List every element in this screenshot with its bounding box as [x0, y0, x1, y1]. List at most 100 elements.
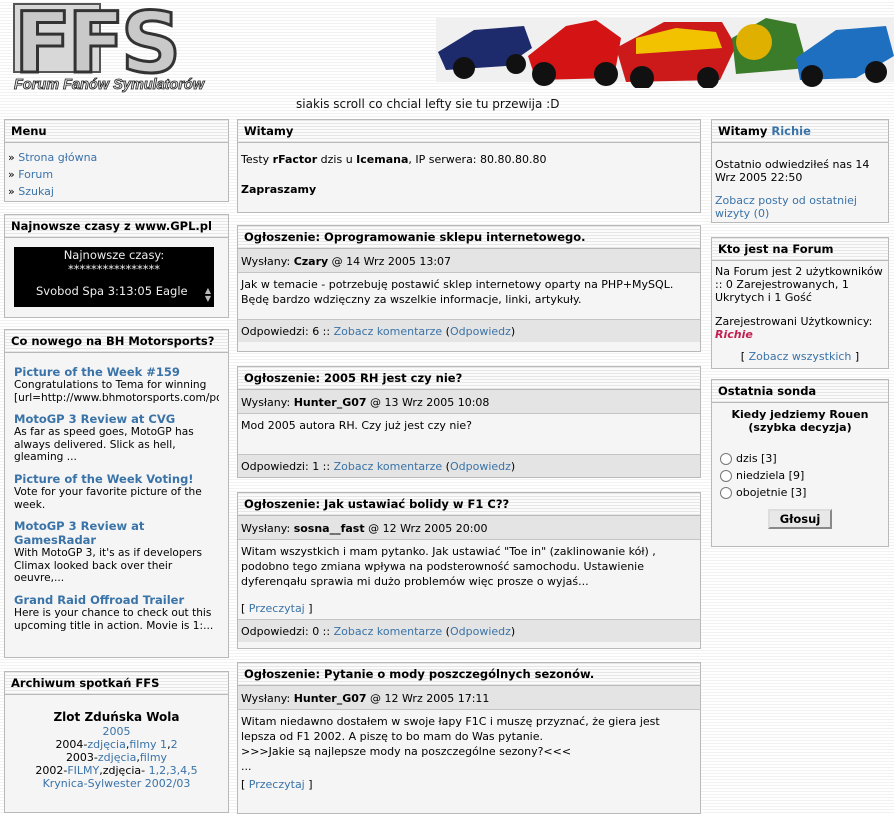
- site-logo[interactable]: FFS Forum Fanów Symulatorów: [10, 0, 282, 94]
- welcome-server-ip: , IP serwera: 80.80.80.80: [408, 153, 547, 166]
- see-all-link[interactable]: Zobacz wszystkich: [749, 350, 852, 363]
- poll-option[interactable]: niedziela [9]: [720, 467, 888, 484]
- bh-motorsports-panel: Co nowego na BH Motorsports? Picture of …: [4, 329, 229, 658]
- registered-users-label: Zarejestrowani Użytkownicy:: [715, 315, 873, 328]
- archive-link-2003-photos[interactable]: zdjęcia: [98, 751, 136, 764]
- news-desc-url: [url=http://www.bhmotorsports.com/po: [14, 391, 219, 404]
- welcome-title: Witamy: [238, 120, 700, 143]
- read-more: [ Przeczytaj ]: [241, 602, 313, 615]
- post-body: Jak w temacie - potrzebuję postawić skle…: [238, 272, 700, 317]
- archive-link-2002-films[interactable]: FILMY: [67, 764, 99, 777]
- times-ticker[interactable]: Najnowsze czasy: **************** Svobod…: [14, 247, 214, 307]
- post-panel: Ogłoszenie: Oprogramowanie sklepu intern…: [237, 225, 701, 352]
- menu-title: Menu: [5, 120, 228, 143]
- view-comments-link[interactable]: Zobacz komentarze: [334, 325, 443, 338]
- read-more: [ Przeczytaj ]: [241, 778, 313, 791]
- registered-user-name[interactable]: Richie: [715, 328, 885, 341]
- radio-button[interactable]: [720, 487, 732, 499]
- gpl-times-panel: Najnowsze czasy z www.GPL.pl Najnowsze c…: [4, 214, 229, 318]
- archive-link-2005[interactable]: 2005: [103, 725, 131, 738]
- poll-panel: Ostatnia sonda Kiedy jedziemy Rouen (szy…: [711, 379, 889, 547]
- post-meta-label: Wysłany:: [241, 522, 294, 535]
- news-desc: With MotoGP 3, it's as if developers Cli…: [14, 547, 203, 585]
- user-panel: Witamy Richie Ostatnio odwiedziłeś nas 1…: [711, 119, 889, 223]
- news-link[interactable]: Picture of the Week #159: [14, 365, 219, 379]
- poll-option-label: dzis [3]: [736, 452, 777, 465]
- menu-panel: Menu » Strona główna » Forum » Szukaj: [4, 119, 229, 202]
- reply-link[interactable]: Odpowiedz: [450, 460, 511, 473]
- news-link[interactable]: MotoGP 3 Review at GamesRadar: [14, 519, 219, 547]
- archive-year-2003: 2003-: [65, 751, 98, 764]
- read-more-link[interactable]: Przeczytaj: [249, 602, 305, 615]
- bh-title: Co nowego na BH Motorsports?: [5, 330, 228, 353]
- poll-option[interactable]: obojetnie [3]: [720, 484, 888, 501]
- post-author[interactable]: Hunter_G07: [294, 692, 367, 705]
- poll-option-label: niedziela [9]: [736, 469, 805, 482]
- archive-link-2004-photos[interactable]: zdjęcia: [87, 738, 125, 751]
- post-footer: Odpowiedzi: 0 :: Zobacz komentarze (Odpo…: [238, 619, 700, 642]
- news-link[interactable]: MotoGP 3 Review at CVG: [14, 412, 219, 426]
- news-item: MotoGP 3 Review at GamesRadar With MotoG…: [14, 519, 219, 585]
- post-title: Ogłoszenie: 2005 RH jest czy nie?: [238, 367, 700, 390]
- radio-button[interactable]: [720, 453, 732, 465]
- post-author[interactable]: sosna__fast: [294, 522, 365, 535]
- archive-link-2004-film1[interactable]: filmy 1: [129, 738, 167, 751]
- user-title: Witamy Richie: [712, 120, 888, 143]
- post-date: @ 12 Wrz 2005 20:00: [364, 522, 488, 535]
- reply-link[interactable]: Odpowiedz: [450, 325, 511, 338]
- post-date: @ 13 Wrz 2005 10:08: [366, 396, 490, 409]
- post-meta-label: Wysłany:: [241, 396, 294, 409]
- post-title: Ogłoszenie: Oprogramowanie sklepu intern…: [238, 226, 700, 249]
- news-link[interactable]: Grand Raid Offroad Trailer: [14, 593, 219, 607]
- post-meta: Wysłany: Czary @ 14 Wrz 2005 13:07: [238, 249, 700, 272]
- post-panel: Ogłoszenie: Jak ustawiać bolidy w F1 C??…: [237, 492, 701, 649]
- last-visit-text: Ostatnio odwiedziłeś nas 14 Wrz 2005 22:…: [715, 158, 870, 184]
- menu-arrow-icon: »: [8, 151, 15, 164]
- welcome-text: Testy rFactor dzis u Icemana, IP serwera…: [241, 152, 697, 167]
- ticker-scroll-icon[interactable]: ▲ ▼: [205, 287, 211, 303]
- archive-link-2002-photos[interactable]: 1,2,3,4,5: [149, 764, 198, 777]
- post-body-line: >>>Jakie są najlepsze mody na poszczegól…: [241, 745, 572, 758]
- post-author[interactable]: Hunter_G07: [294, 396, 367, 409]
- archive-link-2004-film2[interactable]: 2: [171, 738, 178, 751]
- read-more-link[interactable]: Przeczytaj: [249, 778, 305, 791]
- view-comments-link[interactable]: Zobacz komentarze: [334, 460, 443, 473]
- logo-subtitle: Forum Fanów Symulatorów: [14, 77, 206, 93]
- news-desc: As far as speed goes, MotoGP has always …: [14, 426, 194, 464]
- news-link[interactable]: Picture of the Week Voting!: [14, 472, 219, 486]
- post-meta: Wysłany: Hunter_G07 @ 13 Wrz 2005 10:08: [238, 390, 700, 413]
- post-footer: Odpowiedzi: 6 :: Zobacz komentarze (Odpo…: [238, 319, 700, 342]
- ticker-stars: ****************: [68, 262, 160, 276]
- poll-title: Ostatnia sonda: [712, 380, 888, 403]
- welcome-text-part: dzis u: [317, 153, 357, 166]
- poll-option[interactable]: dzis [3]: [720, 450, 888, 467]
- vote-button[interactable]: Głosuj: [767, 509, 833, 529]
- new-posts-link[interactable]: Zobacz posty od ostatniej wizyty (0): [715, 194, 885, 220]
- post-body: Mod 2005 autora RH. Czy już jest czy nie…: [238, 413, 700, 454]
- archive-year-2002: 2002-: [35, 764, 68, 777]
- view-comments-link[interactable]: Zobacz komentarze: [334, 625, 443, 638]
- post-author[interactable]: Czary: [294, 255, 329, 268]
- post-meta: Wysłany: sosna__fast @ 12 Wrz 2005 20:00: [238, 516, 700, 539]
- archive-title: Archiwum spotkań FFS: [5, 672, 228, 695]
- who-online-title: Kto jest na Forum: [712, 238, 888, 261]
- poll-question: Kiedy jedziemy Rouen (szybka decyzja): [731, 408, 869, 434]
- reply-link[interactable]: Odpowiedz: [450, 625, 511, 638]
- archive-link-2003-films[interactable]: filmy: [140, 751, 167, 764]
- news-item: Picture of the Week #159 Congratulations…: [14, 365, 219, 404]
- welcome-panel: Witamy Testy rFactor dzis u Icemana, IP …: [237, 119, 701, 213]
- post-replies-count: Odpowiedzi: 0 ::: [241, 625, 334, 638]
- archive-link-krynica[interactable]: Krynica-Sylwester 2002/03: [43, 777, 191, 790]
- radio-button[interactable]: [720, 470, 732, 482]
- welcome-game: rFactor: [272, 153, 318, 166]
- post-body-line: Witam niedawno dostałem w swoje łapy F1C…: [241, 715, 660, 743]
- menu-item-label: Szukaj: [18, 185, 54, 198]
- post-body-line: ...: [241, 760, 252, 773]
- menu-item-home[interactable]: » Strona główna: [5, 149, 228, 166]
- menu-item-forum[interactable]: » Forum: [5, 166, 228, 183]
- news-desc: Here is your chance to check out this up…: [14, 606, 214, 632]
- menu-item-search[interactable]: » Szukaj: [5, 183, 228, 200]
- archive-heading: Zlot Zduńska Wola: [53, 710, 180, 724]
- user-name-link[interactable]: Richie: [771, 124, 811, 138]
- post-panel: Ogłoszenie: Pytanie o mody poszczególnyc…: [237, 662, 701, 814]
